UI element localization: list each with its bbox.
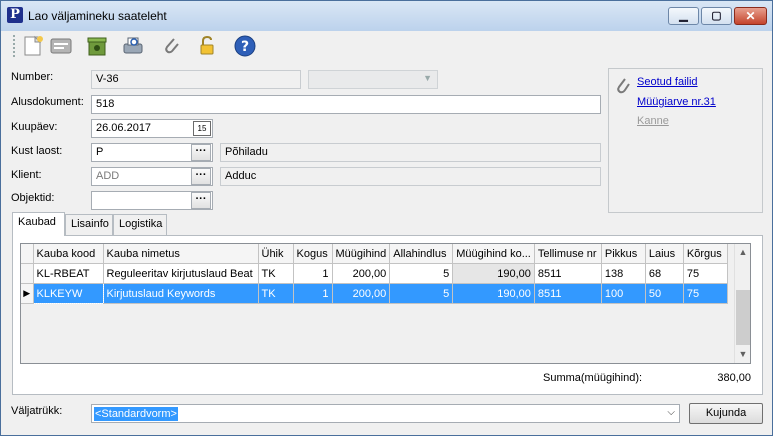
kujunda-button[interactable]: Kujunda — [689, 403, 763, 424]
column-header[interactable]: Ühik — [258, 244, 294, 264]
help-icon[interactable]: ? — [233, 34, 257, 58]
table-cell[interactable]: 68 — [645, 263, 684, 284]
main-window: P Lao väljamineku saateleht ▁ ▢ ✕ ? Numb… — [0, 0, 773, 436]
scroll-down-icon[interactable]: ▼ — [735, 346, 750, 363]
kust-laost-name: Põhiladu — [220, 143, 601, 162]
table-cell[interactable]: KL-RBEAT — [33, 263, 104, 284]
toolbar-grip — [13, 35, 15, 57]
chevron-down-icon[interactable]: ⌵ — [667, 407, 675, 418]
column-header[interactable]: Kauba nimetus — [103, 244, 259, 264]
valjatrukk-select[interactable]: <Standardvorm> ⌵ — [91, 404, 680, 423]
current-row-arrow-icon: ▶ — [21, 283, 34, 304]
table-cell[interactable]: 75 — [683, 283, 728, 304]
table-cell[interactable]: 138 — [601, 263, 646, 284]
klient-name: Adduc — [220, 167, 601, 186]
table-cell[interactable]: 200,00 — [332, 283, 391, 304]
title-bar: P Lao väljamineku saateleht ▁ ▢ ✕ — [1, 1, 772, 31]
klient-lookup-button[interactable]: ··· — [191, 168, 211, 185]
maximize-button[interactable]: ▢ — [701, 7, 732, 25]
muugiarve-link[interactable]: Müügiarve nr.31 — [637, 96, 716, 108]
table-cell[interactable]: Kirjutuslaud Keywords — [103, 283, 259, 304]
chevron-down-icon: ▼ — [423, 73, 432, 83]
toolbar: ? — [1, 31, 772, 61]
column-header[interactable]: Kõrgus — [683, 244, 728, 264]
kuupaev-label: Kuupäev: — [11, 121, 58, 133]
column-header[interactable]: Laius — [645, 244, 684, 264]
close-icon: ✕ — [745, 9, 756, 23]
svg-text:?: ? — [241, 39, 249, 55]
table-cell[interactable]: 75 — [683, 263, 728, 284]
new-document-icon[interactable] — [21, 34, 45, 58]
minimize-button[interactable]: ▁ — [668, 7, 699, 25]
objektid-label: Objektid: — [11, 192, 55, 204]
table-cell[interactable]: 1 — [293, 283, 333, 304]
table-cell[interactable]: 5 — [389, 283, 454, 304]
close-button[interactable]: ✕ — [734, 7, 767, 25]
table-row-selected[interactable]: ▶ KLKEYW Kirjutuslaud Keywords TK 1 200,… — [21, 283, 728, 304]
summa-value: 380,00 — [717, 372, 751, 384]
column-header[interactable]: Tellimuse nr — [534, 244, 602, 264]
kust-laost-label: Kust laost: — [11, 145, 63, 157]
tab-lisainfo[interactable]: Lisainfo — [65, 214, 113, 235]
related-links-panel: Seotud failid Müügiarve nr.31 Kanne — [608, 68, 763, 213]
column-header[interactable]: Müügihind ko... — [452, 244, 535, 264]
column-header[interactable]: Kogus — [293, 244, 333, 264]
row-indicator-header — [21, 244, 34, 264]
kust-laost-lookup-button[interactable]: ··· — [191, 144, 211, 161]
number-label: Number: — [11, 71, 54, 83]
summa-label: Summa(müügihind): — [543, 372, 643, 384]
window-title: Lao väljamineku saateleht — [28, 9, 167, 23]
klient-label: Klient: — [11, 169, 42, 181]
app-icon: P — [7, 7, 23, 23]
items-grid[interactable]: Kauba kood Kauba nimetus Ühik Kogus Müüg… — [20, 243, 751, 364]
table-cell[interactable]: 200,00 — [332, 263, 391, 284]
table-cell[interactable]: KLKEYW — [32, 283, 104, 304]
vertical-scrollbar[interactable]: ▲ ▼ — [734, 244, 750, 363]
table-cell[interactable]: 50 — [645, 283, 684, 304]
kanne-link: Kanne — [637, 115, 669, 127]
delete-icon[interactable] — [85, 34, 109, 58]
grid-header-row: Kauba kood Kauba nimetus Ühik Kogus Müüg… — [21, 244, 728, 264]
attach-icon[interactable] — [159, 34, 183, 58]
seotud-failid-link[interactable]: Seotud failid — [637, 76, 698, 88]
column-header[interactable]: Müügihind — [332, 244, 391, 264]
table-row[interactable]: KL-RBEAT Reguleeritav kirjutuslaud Beat … — [21, 263, 728, 284]
number-series-select[interactable]: ▼ — [308, 70, 438, 89]
alusdokument-label: Alusdokument: — [11, 96, 84, 108]
edit-icon[interactable] — [49, 34, 73, 58]
alusdokument-field[interactable]: 518 — [91, 95, 601, 114]
items-table: Kauba kood Kauba nimetus Ühik Kogus Müüg… — [21, 244, 728, 304]
unlock-icon[interactable] — [195, 34, 219, 58]
table-cell[interactable]: TK — [258, 283, 294, 304]
print-preview-icon[interactable] — [121, 34, 145, 58]
maximize-icon: ▢ — [711, 10, 722, 22]
objektid-lookup-button[interactable]: ··· — [191, 192, 211, 209]
table-cell[interactable]: 190,00 — [452, 263, 535, 284]
scroll-up-icon[interactable]: ▲ — [735, 244, 750, 261]
table-cell[interactable]: Reguleeritav kirjutuslaud Beat — [103, 263, 259, 284]
column-header[interactable]: Allahindlus — [389, 244, 454, 264]
valjatrukk-selected-value: <Standardvorm> — [94, 407, 178, 421]
table-cell[interactable]: 1 — [293, 263, 333, 284]
paperclip-icon — [613, 76, 631, 99]
tab-logistika[interactable]: Logistika — [113, 214, 167, 235]
tab-kaubad[interactable]: Kaubad — [12, 212, 65, 236]
number-field[interactable]: V-36 — [91, 70, 301, 89]
valjatrukk-label: Väljatrükk: — [11, 405, 63, 417]
table-cell[interactable]: 100 — [601, 283, 646, 304]
table-cell[interactable]: 5 — [389, 263, 454, 284]
table-cell[interactable]: 8511 — [534, 263, 602, 284]
minimize-icon: ▁ — [679, 10, 688, 22]
scroll-thumb[interactable] — [736, 290, 750, 345]
calendar-icon[interactable]: 15 — [193, 121, 211, 136]
table-cell[interactable]: 190,00 — [452, 283, 535, 304]
row-indicator — [21, 263, 34, 284]
table-cell[interactable]: 8511 — [534, 283, 602, 304]
column-header[interactable]: Kauba kood — [33, 244, 104, 264]
table-cell[interactable]: TK — [258, 263, 294, 284]
column-header[interactable]: Pikkus — [601, 244, 646, 264]
